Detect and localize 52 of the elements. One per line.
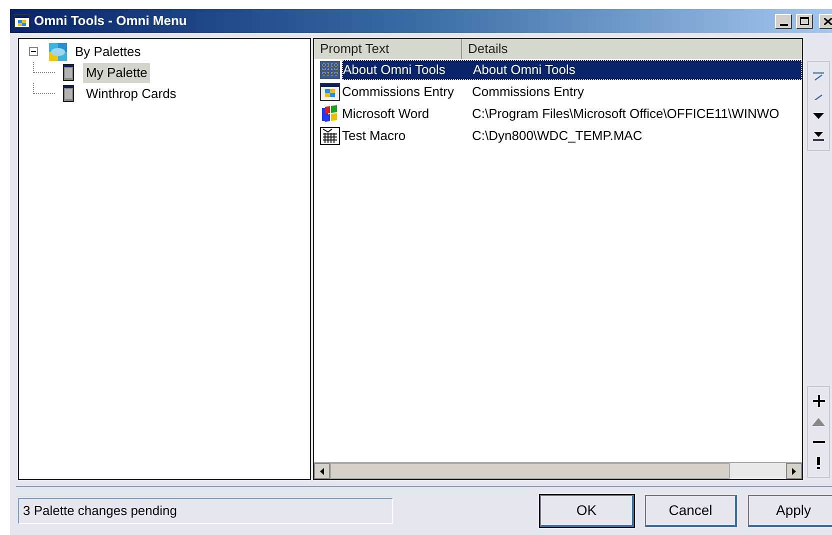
add-button[interactable] (810, 393, 826, 410)
table-cell-text: Microsoft Word (342, 105, 430, 124)
move-down-icon (813, 113, 824, 119)
table-row[interactable]: Microsoft Word C:\Program Files\Microsoft Office\OFFICE11\WINWO (314, 103, 802, 125)
table-cell-text: C:\Program Files\Microsoft Office\OFFICE11\WINWO (471, 105, 780, 124)
plus-icon (812, 395, 824, 408)
minimize-icon (780, 24, 788, 26)
right-arrow-icon (792, 468, 796, 474)
maximize-icon (800, 17, 809, 25)
window-icon (320, 83, 340, 101)
tree-item[interactable]: Winthrop Cards (83, 84, 180, 104)
minus-icon (31, 51, 36, 52)
tree-item[interactable]: By Palettes (73, 42, 143, 62)
exclamation-icon (817, 456, 820, 469)
scroll-right-button[interactable] (786, 463, 802, 479)
dialog-button[interactable]: Cancel (645, 495, 737, 527)
triangle-icon (812, 418, 825, 426)
minus-icon (812, 441, 824, 444)
checkered-icon (320, 61, 340, 79)
collapse-toggle[interactable] (29, 47, 38, 56)
table-row[interactable]: Commissions Entry Commissions Entry (314, 81, 802, 103)
horizontal-scrollbar[interactable] (314, 462, 802, 479)
dialog-button[interactable]: Apply (748, 495, 832, 527)
palette-icon (63, 85, 74, 102)
tree-item[interactable]: My Palette (83, 62, 150, 82)
scroll-left-button[interactable] (314, 463, 330, 479)
tree-connector (33, 62, 55, 73)
move-up-icon (813, 92, 824, 100)
palette-icon (63, 64, 74, 81)
table-cell-text: C:\Dyn800\WDC_TEMP.MAC (471, 127, 644, 146)
keyboard-icon (320, 127, 340, 145)
move-bottom-icon (813, 131, 824, 141)
table-cell-text: Commissions Entry (342, 83, 455, 102)
dialog-button[interactable]: OK (540, 495, 634, 527)
close-icon (824, 18, 832, 24)
minimize-button[interactable] (775, 14, 792, 28)
flag-icon (320, 105, 340, 123)
maximize-button[interactable] (796, 14, 813, 28)
close-button[interactable] (819, 14, 832, 28)
tree-connector (33, 83, 55, 94)
scroll-thumb[interactable] (330, 463, 730, 479)
table-cell-text: Commissions Entry (471, 83, 585, 102)
palettes-icon (49, 42, 67, 60)
status-text: 3 Palette changes pending (18, 498, 393, 524)
window-app-icon (14, 13, 30, 29)
move-top-icon (813, 72, 824, 80)
window-title: Omni Tools - Omni Menu (34, 12, 187, 30)
table-cell-text: About Omni Tools (343, 61, 446, 80)
table-cell-text: About Omni Tools (472, 61, 576, 80)
left-arrow-icon (320, 468, 324, 474)
table-cell-text: Test Macro (342, 127, 407, 146)
table-row[interactable]: Test Macro C:\Dyn800\WDC_TEMP.MAC (314, 125, 802, 147)
